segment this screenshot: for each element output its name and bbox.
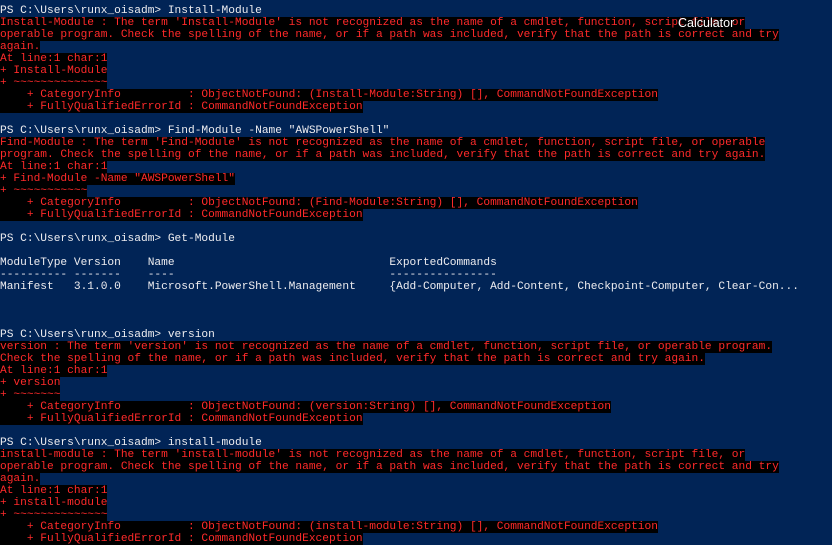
error-line: At line:1 char:1 (0, 365, 108, 377)
prompt-line: PS C:\Users\runx_oisadm> install-module (0, 437, 262, 449)
error-line: + FullyQualifiedErrorId : CommandNotFoun… (0, 209, 363, 221)
error-line: + ~~~~~~~ (0, 389, 61, 401)
error-line: + CategoryInfo : ObjectNotFound: (Find-M… (0, 197, 638, 209)
error-line: + CategoryInfo : ObjectNotFound: (instal… (0, 521, 658, 533)
error-line: Check the spelling of the name, or if a … (0, 353, 705, 365)
error-line: program. Check the spelling of the name,… (0, 149, 766, 161)
error-line: + version (0, 377, 61, 389)
table-row: Manifest 3.1.0.0 Microsoft.PowerShell.Ma… (0, 281, 799, 293)
error-line: + ~~~~~~~~~~~ (0, 185, 88, 197)
prompt-line: PS C:\Users\runx_oisadm> Get-Module (0, 233, 235, 245)
error-line: + install-module (0, 497, 108, 509)
error-line: + Install-Module (0, 65, 108, 77)
error-line: + ~~~~~~~~~~~~~~ (0, 509, 108, 521)
prompt-line: PS C:\Users\runx_oisadm> version (0, 329, 215, 341)
error-line: + CategoryInfo : ObjectNotFound: (versio… (0, 401, 611, 413)
error-line: again. (0, 473, 41, 485)
error-line: + FullyQualifiedErrorId : CommandNotFoun… (0, 101, 363, 113)
error-line: At line:1 char:1 (0, 161, 108, 173)
table-divider: ---------- ------- ---- ---------------- (0, 269, 497, 281)
error-line: + ~~~~~~~~~~~~~~ (0, 77, 108, 89)
error-line: + Find-Module -Name "AWSPowerShell" (0, 173, 235, 185)
error-line: Find-Module : The term 'Find-Module' is … (0, 137, 766, 149)
error-line: At line:1 char:1 (0, 485, 108, 497)
error-line: + FullyQualifiedErrorId : CommandNotFoun… (0, 413, 363, 425)
error-line: + FullyQualifiedErrorId : CommandNotFoun… (0, 533, 363, 545)
calculator-label[interactable]: Calculator (678, 16, 734, 30)
error-line: install-module : The term 'install-modul… (0, 449, 746, 461)
error-line: At line:1 char:1 (0, 53, 108, 65)
error-line: again. (0, 41, 41, 53)
error-line: version : The term 'version' is not reco… (0, 341, 773, 353)
powershell-console[interactable]: PS C:\Users\runx_oisadm> Install-Module … (0, 0, 832, 545)
prompt-line: PS C:\Users\runx_oisadm> Find-Module -Na… (0, 125, 390, 137)
table-header: ModuleType Version Name ExportedCommands (0, 257, 497, 269)
error-line: Install-Module : The term 'Install-Modul… (0, 17, 746, 29)
error-line: operable program. Check the spelling of … (0, 29, 779, 41)
error-line: operable program. Check the spelling of … (0, 461, 779, 473)
error-line: + CategoryInfo : ObjectNotFound: (Instal… (0, 89, 658, 101)
